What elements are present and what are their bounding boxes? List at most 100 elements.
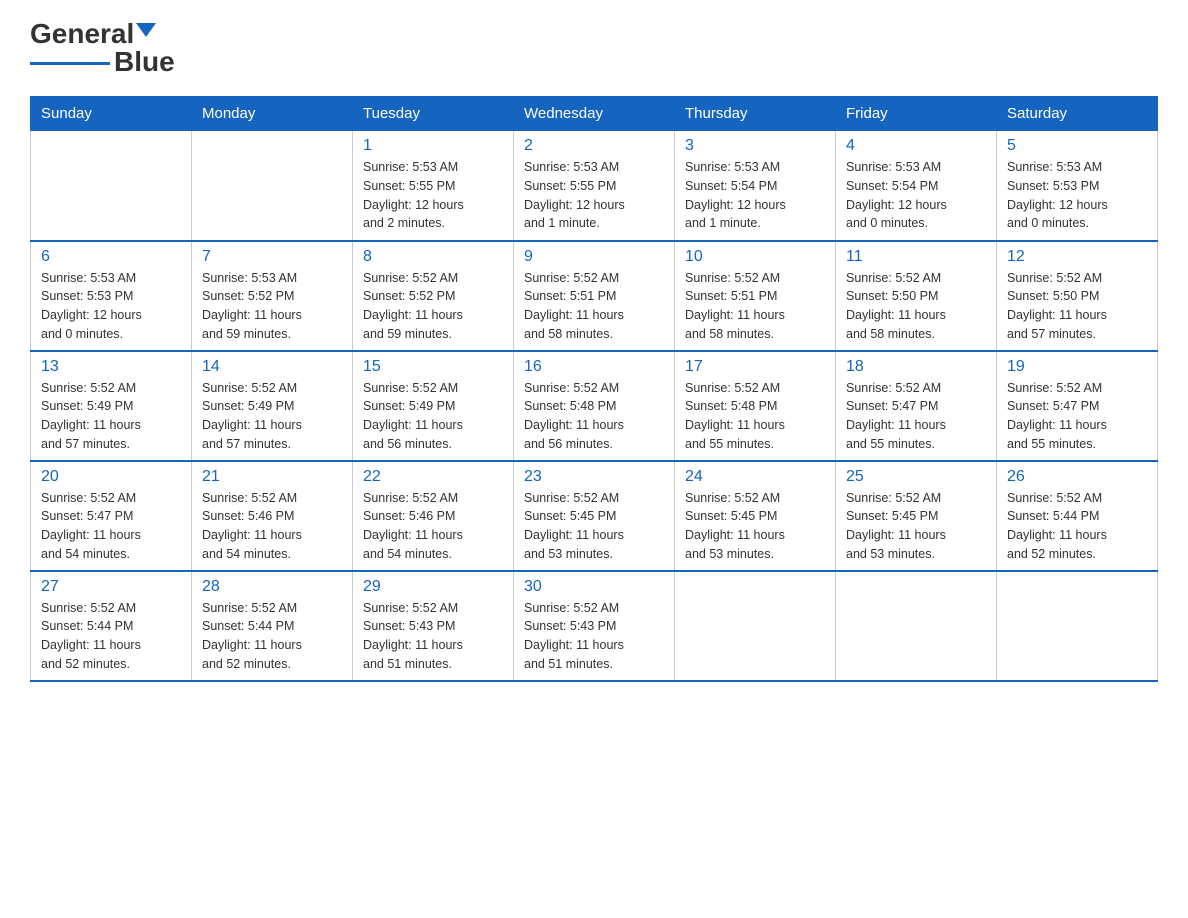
calendar-cell: [192, 131, 353, 241]
day-info: Sunrise: 5:52 AM Sunset: 5:43 PM Dayligh…: [363, 599, 503, 674]
day-number: 1: [363, 137, 503, 155]
day-info: Sunrise: 5:52 AM Sunset: 5:43 PM Dayligh…: [524, 599, 664, 674]
calendar-cell: 30 Sunrise: 5:52 AM Sunset: 5:43 PM Dayli…: [514, 571, 675, 681]
logo-triangle-icon: [136, 23, 156, 37]
day-info: Sunrise: 5:52 AM Sunset: 5:46 PM Dayligh…: [202, 489, 342, 564]
calendar-cell: 3 Sunrise: 5:53 AM Sunset: 5:54 PM Daylig…: [675, 131, 836, 241]
header-sunday: Sunday: [31, 97, 192, 131]
logo-text-general: General: [30, 20, 134, 48]
calendar-cell: 16Sunrise: 5:52 AM Sunset: 5:48 PM Dayli…: [514, 351, 675, 461]
header-thursday: Thursday: [675, 97, 836, 131]
calendar-cell: [675, 571, 836, 681]
day-info: Sunrise: 5:52 AM Sunset: 5:46 PM Dayligh…: [363, 489, 503, 564]
calendar-cell: 15Sunrise: 5:52 AM Sunset: 5:49 PM Dayli…: [353, 351, 514, 461]
calendar-cell: 19 Sunrise: 5:52 AM Sunset: 5:47 PM Dayli…: [997, 351, 1158, 461]
day-number: 29: [363, 578, 503, 596]
calendar-week-row: 27 Sunrise: 5:52 AM Sunset: 5:44 PM Dayli…: [31, 571, 1158, 681]
day-number: 2: [524, 137, 664, 155]
day-info: Sunrise: 5:53 AM Sunset: 5:54 PM Dayligh…: [846, 158, 986, 233]
day-number: 10: [685, 248, 825, 266]
day-number: 4: [846, 137, 986, 155]
calendar-cell: 14 Sunrise: 5:52 AM Sunset: 5:49 PM Dayli…: [192, 351, 353, 461]
day-number: 14: [202, 358, 342, 376]
day-number: 19: [1007, 358, 1147, 376]
day-number: 24: [685, 468, 825, 486]
calendar-cell: 12 Sunrise: 5:52 AM Sunset: 5:50 PM Dayli…: [997, 241, 1158, 351]
calendar-week-row: 20Sunrise: 5:52 AM Sunset: 5:47 PM Dayli…: [31, 461, 1158, 571]
calendar-cell: 27 Sunrise: 5:52 AM Sunset: 5:44 PM Dayli…: [31, 571, 192, 681]
header-monday: Monday: [192, 97, 353, 131]
day-number: 7: [202, 248, 342, 266]
day-info: Sunrise: 5:53 AM Sunset: 5:55 PM Dayligh…: [363, 158, 503, 233]
day-info: Sunrise: 5:52 AM Sunset: 5:52 PM Dayligh…: [363, 269, 503, 344]
day-info: Sunrise: 5:53 AM Sunset: 5:53 PM Dayligh…: [41, 269, 181, 344]
day-number: 5: [1007, 137, 1147, 155]
calendar-cell: 28 Sunrise: 5:52 AM Sunset: 5:44 PM Dayli…: [192, 571, 353, 681]
calendar-cell: 25Sunrise: 5:52 AM Sunset: 5:45 PM Dayli…: [836, 461, 997, 571]
calendar-cell: 20Sunrise: 5:52 AM Sunset: 5:47 PM Dayli…: [31, 461, 192, 571]
calendar-cell: 2Sunrise: 5:53 AM Sunset: 5:55 PM Daylig…: [514, 131, 675, 241]
calendar-cell: 9Sunrise: 5:52 AM Sunset: 5:51 PM Daylig…: [514, 241, 675, 351]
header-friday: Friday: [836, 97, 997, 131]
day-info: Sunrise: 5:52 AM Sunset: 5:49 PM Dayligh…: [41, 379, 181, 454]
calendar-cell: 23Sunrise: 5:52 AM Sunset: 5:45 PM Dayli…: [514, 461, 675, 571]
page-header: General Blue: [30, 20, 1158, 76]
day-info: Sunrise: 5:52 AM Sunset: 5:44 PM Dayligh…: [1007, 489, 1147, 564]
day-info: Sunrise: 5:53 AM Sunset: 5:54 PM Dayligh…: [685, 158, 825, 233]
calendar-cell: 5 Sunrise: 5:53 AM Sunset: 5:53 PM Daylig…: [997, 131, 1158, 241]
day-number: 15: [363, 358, 503, 376]
day-info: Sunrise: 5:52 AM Sunset: 5:44 PM Dayligh…: [202, 599, 342, 674]
day-info: Sunrise: 5:52 AM Sunset: 5:47 PM Dayligh…: [1007, 379, 1147, 454]
day-number: 17: [685, 358, 825, 376]
day-number: 20: [41, 468, 181, 486]
day-number: 6: [41, 248, 181, 266]
calendar-cell: [31, 131, 192, 241]
day-number: 26: [1007, 468, 1147, 486]
calendar-cell: 8 Sunrise: 5:52 AM Sunset: 5:52 PM Daylig…: [353, 241, 514, 351]
header-tuesday: Tuesday: [353, 97, 514, 131]
calendar-cell: 1 Sunrise: 5:53 AM Sunset: 5:55 PM Daylig…: [353, 131, 514, 241]
day-info: Sunrise: 5:52 AM Sunset: 5:47 PM Dayligh…: [846, 379, 986, 454]
calendar-cell: 4 Sunrise: 5:53 AM Sunset: 5:54 PM Daylig…: [836, 131, 997, 241]
day-number: 27: [41, 578, 181, 596]
header-saturday: Saturday: [997, 97, 1158, 131]
day-number: 22: [363, 468, 503, 486]
day-info: Sunrise: 5:53 AM Sunset: 5:53 PM Dayligh…: [1007, 158, 1147, 233]
calendar-week-row: 1 Sunrise: 5:53 AM Sunset: 5:55 PM Daylig…: [31, 131, 1158, 241]
day-info: Sunrise: 5:52 AM Sunset: 5:44 PM Dayligh…: [41, 599, 181, 674]
day-info: Sunrise: 5:53 AM Sunset: 5:52 PM Dayligh…: [202, 269, 342, 344]
day-number: 11: [846, 248, 986, 266]
logo: General Blue: [30, 20, 175, 76]
logo-text-blue: Blue: [114, 48, 175, 76]
day-info: Sunrise: 5:52 AM Sunset: 5:50 PM Dayligh…: [1007, 269, 1147, 344]
day-info: Sunrise: 5:52 AM Sunset: 5:45 PM Dayligh…: [846, 489, 986, 564]
day-number: 9: [524, 248, 664, 266]
calendar-week-row: 13 Sunrise: 5:52 AM Sunset: 5:49 PM Dayli…: [31, 351, 1158, 461]
day-number: 16: [524, 358, 664, 376]
day-number: 3: [685, 137, 825, 155]
day-number: 13: [41, 358, 181, 376]
calendar-table: Sunday Monday Tuesday Wednesday Thursday…: [30, 96, 1158, 682]
calendar-cell: 17Sunrise: 5:52 AM Sunset: 5:48 PM Dayli…: [675, 351, 836, 461]
day-number: 30: [524, 578, 664, 596]
calendar-cell: 13 Sunrise: 5:52 AM Sunset: 5:49 PM Dayli…: [31, 351, 192, 461]
day-info: Sunrise: 5:52 AM Sunset: 5:45 PM Dayligh…: [524, 489, 664, 564]
calendar-cell: 7 Sunrise: 5:53 AM Sunset: 5:52 PM Daylig…: [192, 241, 353, 351]
day-info: Sunrise: 5:52 AM Sunset: 5:49 PM Dayligh…: [202, 379, 342, 454]
calendar-cell: 10Sunrise: 5:52 AM Sunset: 5:51 PM Dayli…: [675, 241, 836, 351]
calendar-week-row: 6 Sunrise: 5:53 AM Sunset: 5:53 PM Daylig…: [31, 241, 1158, 351]
day-number: 21: [202, 468, 342, 486]
calendar-cell: 22 Sunrise: 5:52 AM Sunset: 5:46 PM Dayli…: [353, 461, 514, 571]
day-number: 28: [202, 578, 342, 596]
calendar-cell: 26 Sunrise: 5:52 AM Sunset: 5:44 PM Dayli…: [997, 461, 1158, 571]
day-number: 8: [363, 248, 503, 266]
calendar-cell: 29 Sunrise: 5:52 AM Sunset: 5:43 PM Dayli…: [353, 571, 514, 681]
day-number: 12: [1007, 248, 1147, 266]
calendar-cell: 18Sunrise: 5:52 AM Sunset: 5:47 PM Dayli…: [836, 351, 997, 461]
calendar-cell: 6 Sunrise: 5:53 AM Sunset: 5:53 PM Daylig…: [31, 241, 192, 351]
day-info: Sunrise: 5:52 AM Sunset: 5:50 PM Dayligh…: [846, 269, 986, 344]
logo-line: [30, 62, 110, 65]
calendar-cell: [997, 571, 1158, 681]
calendar-cell: [836, 571, 997, 681]
header-row: Sunday Monday Tuesday Wednesday Thursday…: [31, 97, 1158, 131]
